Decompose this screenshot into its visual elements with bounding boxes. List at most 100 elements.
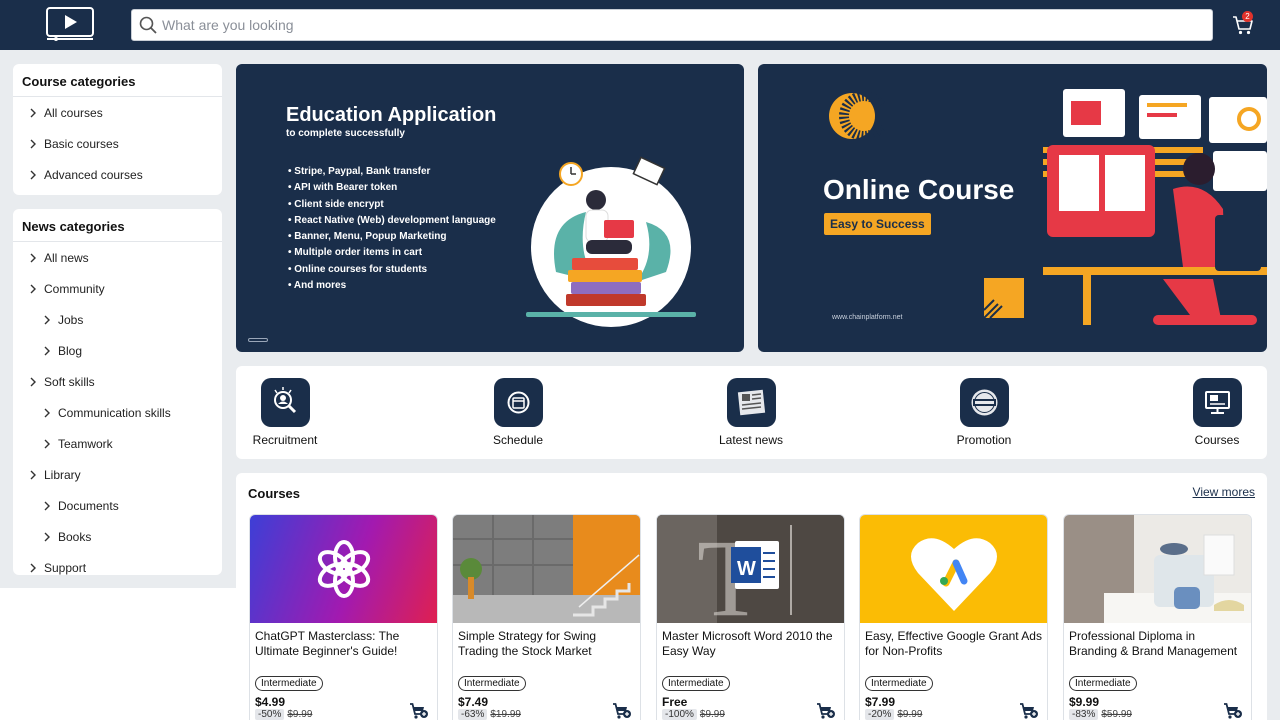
banner-badge: Easy to Success (824, 213, 931, 235)
sidebar-item-community[interactable]: Community (13, 273, 222, 304)
logo-icon[interactable] (46, 7, 94, 41)
carousel-indicator[interactable] (248, 338, 268, 342)
courses-section: Courses View mores ChatGPT Masterclass: … (236, 473, 1267, 720)
sidebar-item-label: Teamwork (58, 436, 113, 451)
banner-feature-item: And mores (288, 280, 496, 296)
banner-feature-item: Banner, Menu, Popup Marketing (288, 231, 496, 247)
course-level-badge: Intermediate (458, 676, 526, 691)
sidebar-item-soft-skills[interactable]: Soft skills (13, 366, 222, 397)
chevron-right-icon (30, 470, 36, 479)
schedule-icon (493, 378, 543, 427)
add-to-cart-icon[interactable] (612, 702, 632, 720)
quick-link-latest-news[interactable]: Latest news (696, 378, 806, 447)
cart-count-badge: 2 (1242, 11, 1253, 22)
view-more-link[interactable]: View mores (1193, 485, 1255, 499)
chevron-right-icon (30, 139, 36, 148)
original-price: $9.99 (699, 709, 725, 720)
course-categories-panel: Course categories All courses Basic cours… (13, 64, 222, 195)
search-input[interactable] (162, 10, 1202, 40)
quick-link-label: Promotion (956, 433, 1012, 447)
banner-title: Education Application (286, 104, 497, 126)
chevron-right-icon (30, 563, 36, 572)
sidebar-item-advanced-courses[interactable]: Advanced courses (13, 159, 222, 190)
course-title: Professional Diploma in Branding & Brand… (1069, 629, 1238, 658)
quick-link-courses[interactable]: Courses (1162, 378, 1272, 447)
discount-percent: -50% (255, 709, 285, 720)
course-title: Easy, Effective Google Grant Ads for Non… (865, 629, 1042, 658)
add-to-cart-icon[interactable] (1019, 702, 1039, 720)
sidebar-item-label: Library (44, 467, 81, 482)
discount-percent: -83% (1069, 709, 1099, 720)
sidebar-item-all-news[interactable]: All news (13, 242, 222, 273)
sidebar-item-label: Support (44, 560, 87, 575)
staircase-room-image (453, 515, 640, 623)
sidebar-item-communication-skills[interactable]: Communication skills (13, 397, 222, 428)
course-discount: -63% $19.99 (458, 709, 521, 720)
svg-text:W: W (737, 558, 756, 580)
best-seller-icon (959, 378, 1009, 427)
sidebar-item-books[interactable]: Books (13, 521, 222, 552)
sidebar-item-label: Advanced courses (44, 167, 143, 182)
courses-icon (1192, 378, 1242, 427)
sidebar-item-support[interactable]: Support (13, 552, 222, 575)
quick-link-schedule[interactable]: Schedule (463, 378, 573, 447)
striped-square-decoration (984, 278, 1024, 318)
chevron-right-icon (30, 284, 36, 293)
microsoft-word-image: T W (657, 515, 844, 623)
sidebar-item-basic-courses[interactable]: Basic courses (13, 128, 222, 159)
banner-url: www.chainplatform.net (832, 314, 903, 321)
sidebar-item-all-courses[interactable]: All courses (13, 97, 222, 128)
chevron-right-icon (44, 408, 50, 417)
quick-link-recruitment[interactable]: Recruitment (230, 378, 340, 447)
banner-education-application[interactable]: Education Application to complete succes… (236, 64, 744, 352)
banner-feature-item: API with Bearer token (288, 182, 496, 198)
original-price: $9.99 (287, 709, 313, 720)
sidebar-item-blog[interactable]: Blog (13, 335, 222, 366)
sidebar-item-documents[interactable]: Documents (13, 490, 222, 521)
search-bar (131, 9, 1213, 41)
chevron-right-icon (30, 170, 36, 179)
news-categories-panel: News categories All news Community Jobs Blo… (13, 209, 222, 575)
sidebar-item-label: Community (44, 281, 105, 296)
search-icon (139, 16, 157, 34)
course-thumbnail: T W (657, 515, 844, 623)
original-price: $9.99 (897, 709, 923, 720)
add-to-cart-icon[interactable] (1223, 702, 1243, 720)
sidebar-item-jobs[interactable]: Jobs (13, 304, 222, 335)
sidebar-item-teamwork[interactable]: Teamwork (13, 428, 222, 459)
chevron-right-icon (44, 501, 50, 510)
recruitment-icon (260, 378, 310, 427)
course-card[interactable]: Professional Diploma in Branding & Brand… (1063, 514, 1252, 720)
sidebar-item-library[interactable]: Library (13, 459, 222, 490)
add-to-cart-icon[interactable] (816, 702, 836, 720)
sidebar-item-label: Jobs (58, 312, 84, 327)
quick-link-label: Schedule (492, 433, 544, 447)
course-card[interactable]: Easy, Effective Google Grant Ads for Non… (859, 514, 1048, 720)
course-card[interactable]: Simple Strategy for Swing Trading the St… (452, 514, 641, 720)
banner-feature-item: React Native (Web) development language (288, 215, 496, 231)
add-to-cart-icon[interactable] (409, 702, 429, 720)
discount-percent: -20% (865, 709, 895, 720)
course-card[interactable]: T W Master Microsoft Word 2010 the Easy … (656, 514, 845, 720)
course-thumbnail (250, 515, 437, 623)
quick-link-promotion[interactable]: Promotion (929, 378, 1039, 447)
course-thumbnail (1064, 515, 1251, 623)
course-title: ChatGPT Masterclass: The Ultimate Beginn… (255, 629, 400, 658)
quick-link-label: Recruitment (252, 433, 318, 447)
banner-title: Online Course (823, 174, 1015, 205)
student-laptop-illustration (526, 156, 696, 327)
chevron-right-icon (30, 108, 36, 117)
sidebar-footer-area (0, 588, 236, 720)
chevron-right-icon (44, 439, 50, 448)
course-card[interactable]: ChatGPT Masterclass: The Ultimate Beginn… (249, 514, 438, 720)
banner-feature-list: Stripe, Paypal, Bank transferAPI with Be… (288, 166, 496, 296)
sidebar-item-label: Documents (58, 498, 119, 513)
quick-link-label: Courses (1194, 433, 1240, 447)
course-title: Simple Strategy for Swing Trading the St… (458, 629, 597, 658)
chatgpt-logo-icon (317, 540, 371, 598)
banner-subtitle: to complete successfully (286, 128, 405, 139)
course-thumbnail (860, 515, 1047, 623)
banner-online-course[interactable]: Online Course Easy to Success www.chainp… (758, 64, 1267, 352)
sidebar-item-label: Soft skills (44, 374, 95, 389)
sidebar-item-label: Books (58, 529, 92, 544)
